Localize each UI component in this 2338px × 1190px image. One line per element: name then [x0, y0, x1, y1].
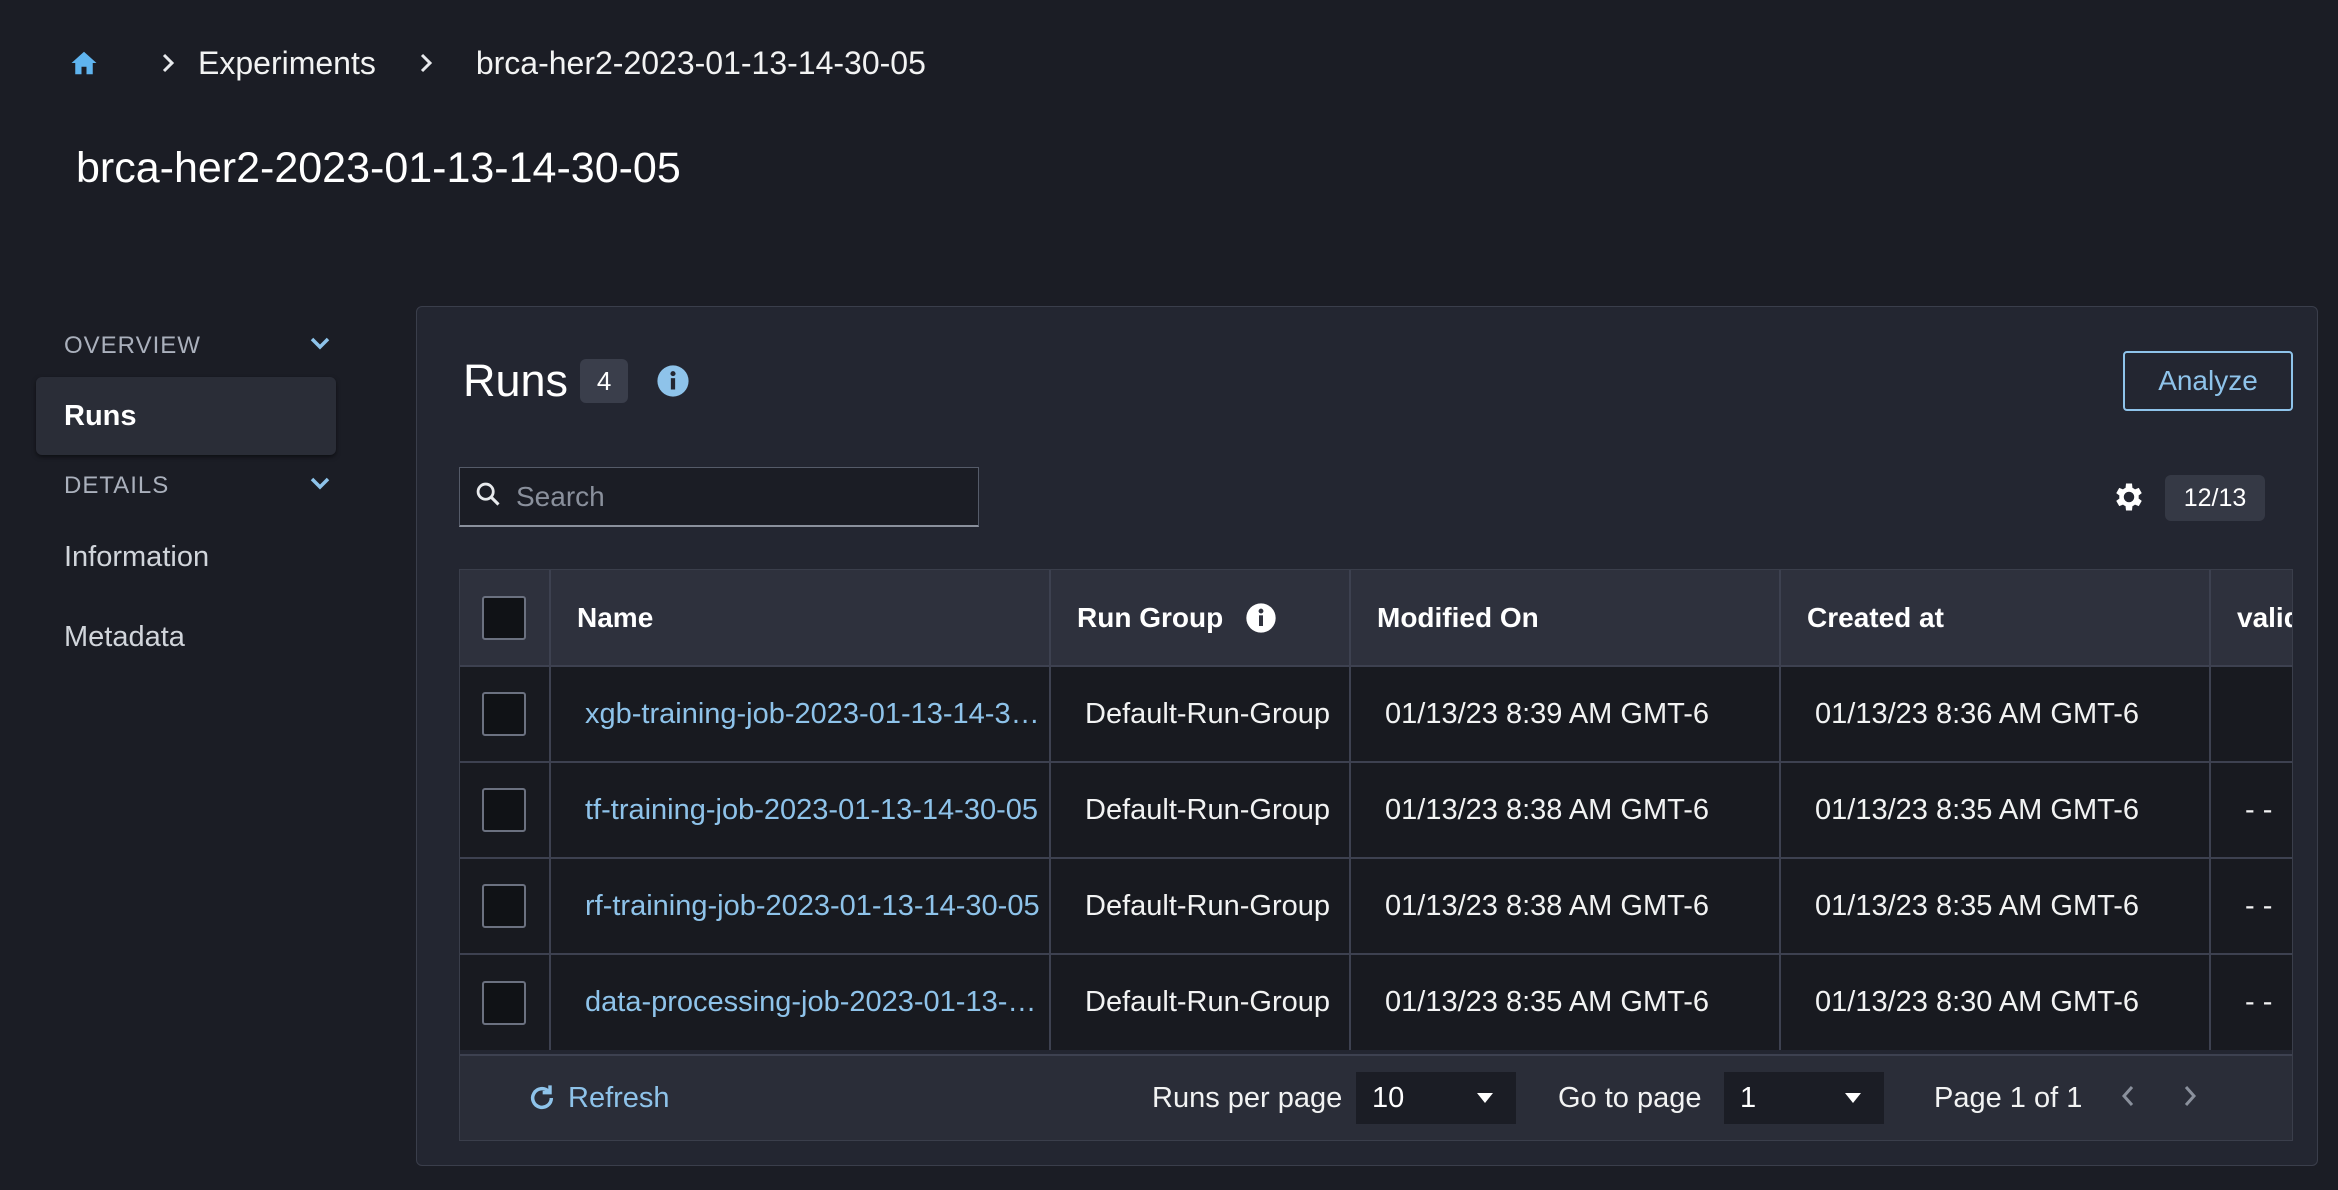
row-checkbox[interactable] — [482, 788, 526, 832]
caret-down-icon — [1845, 1093, 1861, 1103]
modified-on-cell: 01/13/23 8:38 AM GMT-6 — [1350, 857, 1781, 954]
chevron-down-icon — [308, 336, 332, 357]
row-checkbox[interactable] — [482, 884, 526, 928]
breadcrumb: Experiments brca-her2-2023-01-13-14-30-0… — [66, 40, 926, 86]
sidebar-item-metadata[interactable]: Metadata — [36, 597, 336, 677]
sidebar-section-details[interactable]: DETAILS — [36, 455, 336, 517]
validation-cell: - - — [2210, 953, 2292, 1050]
table-footer: Refresh Runs per page 10 Go to page 1 Pa… — [460, 1054, 2292, 1140]
chevron-down-icon — [308, 476, 332, 497]
row-select-cell — [460, 953, 551, 1050]
run-group-cell: Default-Run-Group — [1050, 857, 1351, 954]
row-checkbox[interactable] — [482, 980, 526, 1025]
runs-title: Runs — [463, 355, 569, 406]
go-to-page-select[interactable]: 1 — [1724, 1072, 1884, 1124]
side-navigation: OVERVIEW Runs DETAILS Information Metada… — [36, 315, 336, 677]
sidebar-section-label: OVERVIEW — [64, 332, 201, 359]
chevron-right-icon[interactable] — [2180, 1083, 2200, 1114]
modified-on-cell: 01/13/23 8:39 AM GMT-6 — [1350, 665, 1781, 762]
run-group-cell: Default-Run-Group — [1050, 953, 1351, 1050]
column-header-validation[interactable]: validation — [2210, 570, 2292, 666]
created-at-cell: 01/13/23 8:35 AM GMT-6 — [1780, 761, 2211, 858]
refresh-icon — [530, 1085, 554, 1110]
select-all-checkbox[interactable] — [482, 595, 526, 640]
run-name-link[interactable]: data-processing-job-2023-01-13-14-30-05 — [550, 953, 1051, 1050]
column-header-modified-on[interactable]: Modified On — [1350, 570, 1781, 666]
chevron-right-icon — [138, 51, 198, 75]
sidebar-item-runs[interactable]: Runs — [36, 377, 336, 455]
runs-header: Runs 4 — [463, 355, 690, 407]
run-name-link[interactable]: rf-training-job-2023-01-13-14-30-05 — [550, 857, 1051, 954]
created-at-cell: 01/13/23 8:36 AM GMT-6 — [1780, 665, 2211, 762]
refresh-button[interactable]: Refresh — [526, 1082, 670, 1115]
select-value: 1 — [1740, 1081, 1757, 1114]
table-row: rf-training-job-2023-01-13-14-30-05 Defa… — [460, 857, 2292, 954]
table-header-row: Name Run Group Modified On Created at va… — [460, 570, 2292, 666]
sidebar-section-overview[interactable]: OVERVIEW — [36, 315, 336, 377]
caret-down-icon — [1477, 1093, 1493, 1103]
search-box — [459, 467, 979, 527]
column-header-created-at[interactable]: Created at — [1780, 570, 2211, 666]
search-input[interactable] — [516, 480, 976, 513]
run-group-cell: Default-Run-Group — [1050, 761, 1351, 858]
row-select-cell — [460, 857, 551, 954]
modified-on-cell: 01/13/23 8:38 AM GMT-6 — [1350, 761, 1781, 858]
breadcrumb-current: brca-her2-2023-01-13-14-30-05 — [475, 44, 926, 81]
info-icon[interactable] — [1245, 602, 1277, 634]
column-header-label: Run Group — [1077, 601, 1224, 633]
go-to-page-label: Go to page — [1558, 1081, 1702, 1114]
row-select-cell — [460, 665, 551, 762]
runs-panel: Runs 4 Analyze 12/13 — [416, 306, 2318, 1166]
sidebar-item-information[interactable]: Information — [36, 517, 336, 597]
row-select-cell — [460, 761, 551, 858]
validation-cell: - - — [2210, 857, 2292, 954]
created-at-cell: 01/13/23 8:30 AM GMT-6 — [1780, 953, 2211, 1050]
modified-on-cell: 01/13/23 8:35 AM GMT-6 — [1350, 953, 1781, 1050]
page-title: brca-her2-2023-01-13-14-30-05 — [76, 144, 681, 192]
visible-columns-badge[interactable]: 12/13 — [2165, 475, 2265, 521]
info-icon[interactable] — [656, 364, 690, 398]
run-name-link[interactable]: xgb-training-job-2023-01-13-14-30-05 — [550, 665, 1051, 762]
chevron-right-icon — [416, 51, 436, 75]
breadcrumb-experiments-link[interactable]: Experiments — [198, 45, 376, 82]
runs-per-page-label: Runs per page — [1152, 1081, 1343, 1114]
runs-per-page-select[interactable]: 10 — [1356, 1072, 1516, 1124]
runs-table: Name Run Group Modified On Created at va… — [459, 569, 2293, 1141]
table-row: tf-training-job-2023-01-13-14-30-05 Defa… — [460, 761, 2292, 858]
created-at-cell: 01/13/23 8:35 AM GMT-6 — [1780, 857, 2211, 954]
validation-cell — [2210, 665, 2292, 762]
column-header-run-group[interactable]: Run Group — [1050, 570, 1351, 666]
home-icon[interactable] — [66, 45, 102, 81]
column-header-name[interactable]: Name — [550, 570, 1051, 666]
row-checkbox[interactable] — [482, 692, 526, 736]
runs-count-badge: 4 — [580, 359, 629, 403]
run-group-cell: Default-Run-Group — [1050, 665, 1351, 762]
select-all-cell — [460, 570, 551, 666]
search-icon — [474, 480, 502, 513]
analyze-button[interactable]: Analyze — [2123, 351, 2293, 411]
run-name-link[interactable]: tf-training-job-2023-01-13-14-30-05 — [550, 761, 1051, 858]
table-row: xgb-training-job-2023-01-13-14-30-05 Def… — [460, 665, 2292, 762]
validation-cell: - - — [2210, 761, 2292, 858]
chevron-left-icon[interactable] — [2118, 1083, 2138, 1114]
refresh-label: Refresh — [568, 1081, 670, 1114]
select-value: 10 — [1372, 1081, 1405, 1114]
page-indicator: Page 1 of 1 — [1934, 1081, 2083, 1114]
gear-icon[interactable] — [2111, 479, 2147, 520]
table-row: data-processing-job-2023-01-13-14-30-05 … — [460, 953, 2292, 1050]
sidebar-section-label: DETAILS — [64, 472, 170, 499]
